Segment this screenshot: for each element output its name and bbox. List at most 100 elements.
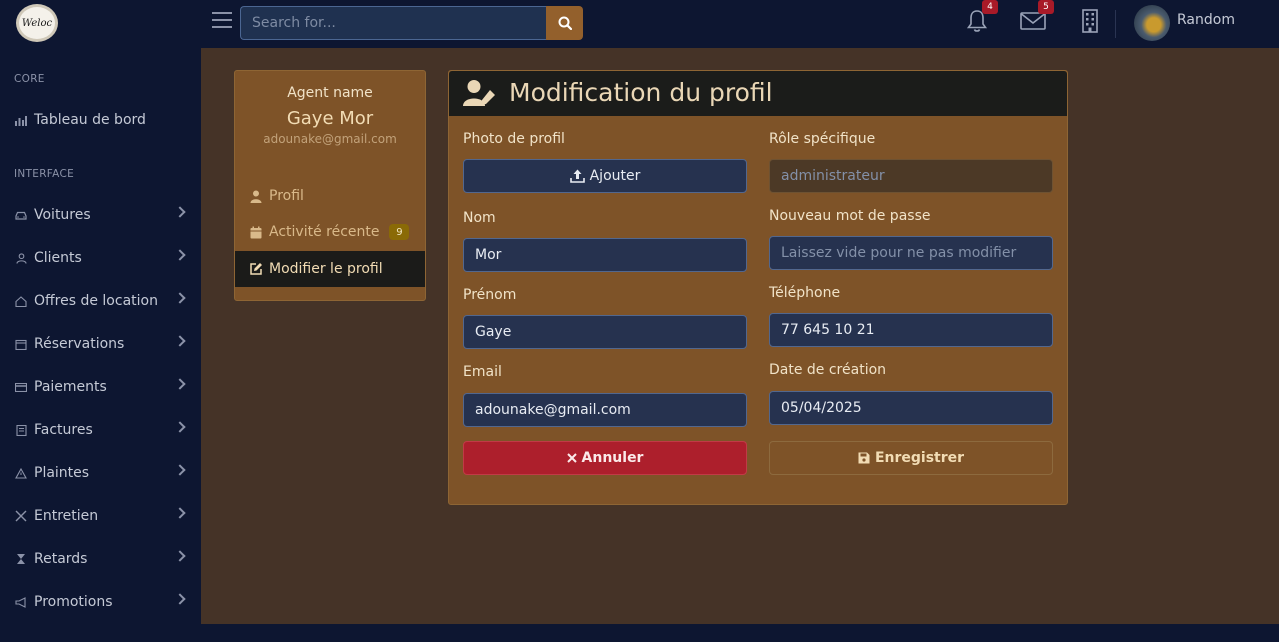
sidebar-heading-core: CORE: [14, 73, 45, 85]
home-icon: [14, 295, 28, 307]
sidebar-item-dashboard[interactable]: Tableau de bord: [0, 105, 201, 135]
save-button[interactable]: Enregistrer: [769, 441, 1053, 475]
cancel-button[interactable]: Annuler: [463, 441, 747, 475]
brand-logo-link[interactable]: Weloc: [15, 4, 59, 42]
profile-menu-label: Modifier le profil: [269, 261, 383, 277]
messages-button[interactable]: 5: [1020, 0, 1054, 34]
close-icon: [566, 453, 577, 463]
sidebar-item-label: Tableau de bord: [34, 112, 146, 128]
sidebar-item-label: Entretien: [34, 508, 99, 524]
sidebar-item-plaintes[interactable]: Plaintes: [0, 458, 201, 488]
creation-date-field[interactable]: [769, 391, 1053, 425]
brand-logo: Weloc: [16, 4, 58, 42]
activity-count-badge: 9: [389, 224, 410, 240]
sidebar-item-voitures[interactable]: Voitures: [0, 200, 201, 230]
agent-full-name: Gaye Mor: [286, 108, 374, 129]
chevron-right-icon: [174, 378, 186, 390]
calendar-icon: [249, 226, 263, 239]
sidebar-heading-interface: INTERFACE: [14, 168, 75, 180]
save-icon: [858, 452, 870, 464]
user-edit-icon: [463, 79, 497, 111]
hamburger-menu-icon[interactable]: [212, 12, 232, 28]
date-label: Date de création: [769, 362, 887, 378]
cancel-label: Annuler: [581, 450, 644, 466]
nom-label: Nom: [463, 210, 496, 226]
sidebar-item-retards[interactable]: Retards: [0, 544, 201, 574]
upload-icon: [569, 169, 585, 183]
sidebar-item-reservations[interactable]: Réservations: [0, 329, 201, 359]
footer: [201, 624, 1279, 642]
nom-field[interactable]: [463, 238, 747, 272]
brand-logo-text: Weloc: [21, 17, 53, 29]
sidebar-item-label: Voitures: [34, 207, 91, 223]
chevron-right-icon: [174, 507, 186, 519]
upload-photo-button[interactable]: Ajouter: [463, 159, 747, 193]
invoice-icon: [14, 424, 28, 436]
building-icon: [1082, 9, 1098, 33]
sidebar-item-label: Factures: [34, 422, 93, 438]
hourglass-icon: [14, 553, 28, 565]
sidebar-item-label: Offres de location: [34, 293, 158, 309]
tools-icon: [14, 510, 28, 522]
topbar: 4 5 Random: [201, 0, 1279, 48]
profile-menu-label: Profil: [269, 188, 304, 204]
chevron-right-icon: [174, 464, 186, 476]
search-icon: [558, 16, 572, 30]
notifications-button[interactable]: 4: [964, 0, 998, 34]
role-label: Rôle spécifique: [769, 131, 876, 147]
photo-label: Photo de profil: [463, 131, 565, 147]
notifications-count-badge: 4: [982, 0, 998, 14]
avatar[interactable]: [1134, 5, 1170, 41]
sidebar-item-promotions[interactable]: Promotions: [0, 587, 201, 617]
sidebar: Weloc CORE Tableau de bord INTERFACE Voi…: [0, 0, 201, 642]
sidebar-item-entretien[interactable]: Entretien: [0, 501, 201, 531]
sidebar-item-label: Retards: [34, 551, 88, 567]
agent-name-heading: Agent name: [287, 85, 373, 101]
save-label: Enregistrer: [874, 450, 965, 466]
profile-menu-item-profil[interactable]: Profil: [235, 178, 425, 214]
prenom-field[interactable]: [463, 315, 747, 349]
profile-summary-card: Agent name Gaye Mor adounake@gmail.com P…: [234, 70, 426, 301]
credit-card-icon: [14, 382, 28, 392]
megaphone-icon: [14, 596, 28, 608]
user-icon: [14, 252, 28, 264]
chevron-right-icon: [174, 249, 186, 261]
page-title: Modification du profil: [509, 78, 773, 107]
email-field[interactable]: [463, 393, 747, 427]
sidebar-item-offres[interactable]: Offres de location: [0, 286, 201, 316]
sidebar-item-label: Clients: [34, 250, 82, 266]
sidebar-item-factures[interactable]: Factures: [0, 415, 201, 445]
email-label: Email: [463, 364, 502, 380]
password-field[interactable]: [769, 236, 1053, 270]
chevron-right-icon: [174, 550, 186, 562]
topbar-divider: [1115, 10, 1116, 38]
prenom-label: Prénom: [463, 287, 517, 303]
search-input[interactable]: [240, 6, 546, 40]
search-button[interactable]: [546, 6, 583, 40]
sidebar-item-label: Promotions: [34, 594, 113, 610]
building-button[interactable]: [1077, 8, 1103, 34]
profile-menu-label: Activité récente: [269, 224, 380, 240]
chevron-right-icon: [174, 292, 186, 304]
envelope-icon: [1020, 12, 1046, 30]
sidebar-item-paiements[interactable]: Paiements: [0, 372, 201, 402]
profile-menu-item-edit[interactable]: Modifier le profil: [235, 251, 425, 287]
edit-profile-card: Modification du profil Photo de profil A…: [448, 70, 1068, 505]
telephone-field[interactable]: [769, 313, 1053, 347]
user-icon: [249, 190, 263, 203]
chevron-right-icon: [174, 206, 186, 218]
warning-icon: [14, 467, 28, 479]
role-field: [769, 159, 1053, 193]
agent-email: adounake@gmail.com: [263, 132, 397, 146]
card-header: Modification du profil: [449, 71, 1067, 116]
search-bar: [240, 6, 583, 40]
sidebar-item-label: Réservations: [34, 336, 125, 352]
chevron-right-icon: [174, 335, 186, 347]
car-icon: [14, 211, 28, 220]
profile-menu-item-activity[interactable]: Activité récente 9: [235, 214, 425, 250]
user-name[interactable]: Random: [1177, 12, 1235, 28]
chevron-right-icon: [174, 593, 186, 605]
sidebar-item-label: Paiements: [34, 379, 107, 395]
sidebar-item-label: Plaintes: [34, 465, 90, 481]
sidebar-item-clients[interactable]: Clients: [0, 243, 201, 273]
